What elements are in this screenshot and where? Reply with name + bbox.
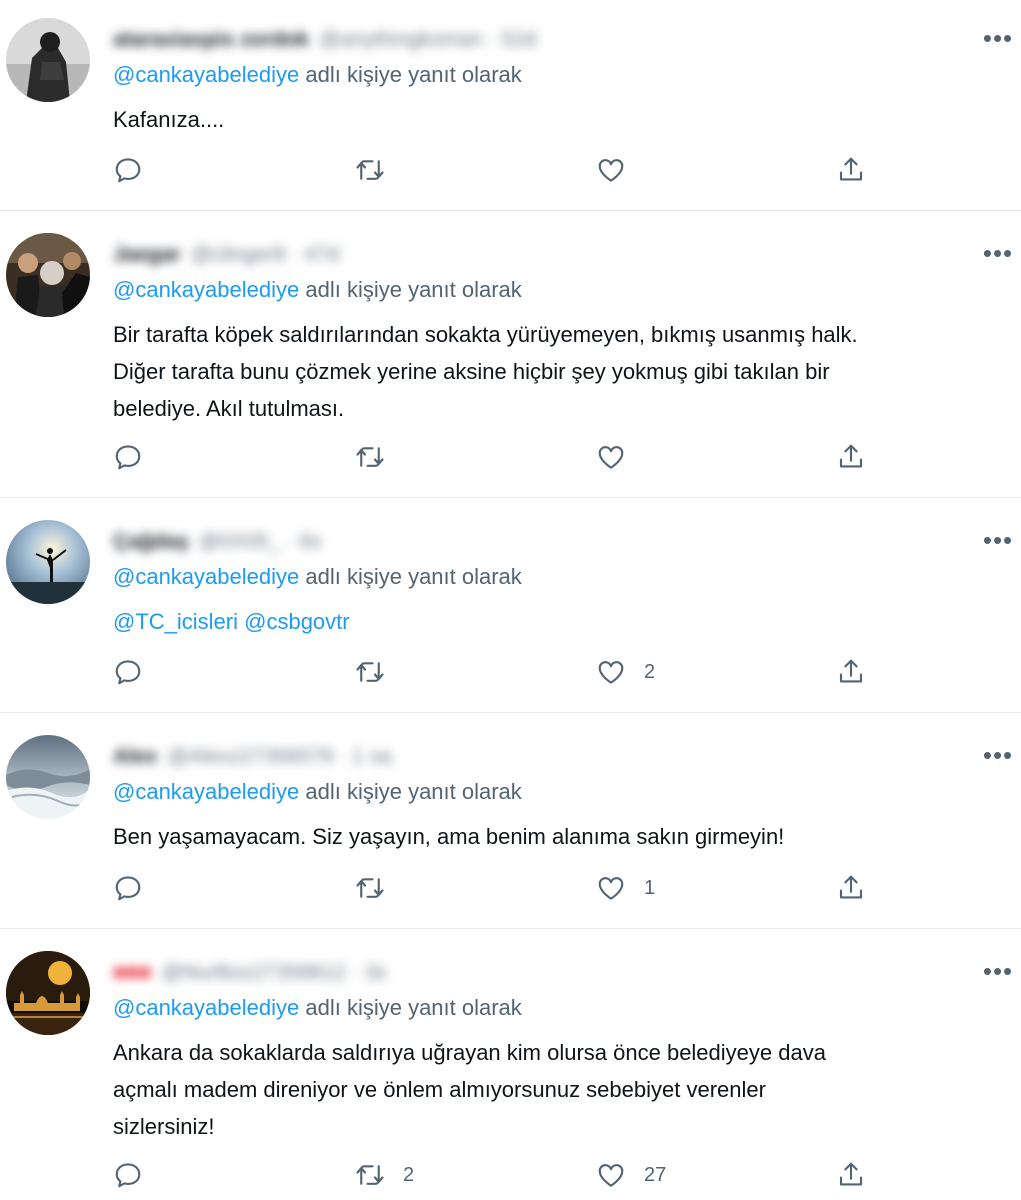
avatar[interactable] [6,735,90,819]
avatar[interactable] [6,520,90,604]
tweet-header: ■■■ @NurBoz27358812 · 3s [113,955,387,991]
more-icon[interactable]: ••• [980,526,1016,554]
author-name[interactable]: ataraxiaspis zordok [113,28,309,52]
divider [0,712,1021,713]
reply-mention[interactable]: @cankayabelediye [113,564,299,589]
tweet-actions: 2 [0,654,1021,690]
divider [0,928,1021,929]
tweet-text: Bir tarafta köpek saldırılarından sokakt… [113,322,858,421]
reply-mention[interactable]: @cankayabelediye [113,779,299,804]
like-button[interactable]: 2 [596,654,655,690]
like-icon [596,155,626,185]
retweet-icon [355,657,385,687]
tweet-actions: 1 [0,870,1021,906]
author-handle[interactable]: @Alexz27356578 · 1 sa [167,745,391,769]
reply-context: @cankayabelediye adlı kişiye yanıt olara… [113,277,522,303]
reply-icon [113,442,143,472]
reply-context: @cankayabelediye adlı kişiye yanıt olara… [113,62,522,88]
tweet-actions: 2 27 [0,1157,1021,1193]
reply-mention[interactable]: @cankayabelediye [113,277,299,302]
share-button[interactable] [836,654,866,690]
tweet-actions [0,439,1021,475]
share-icon [836,657,866,687]
tweet-text-mentions[interactable]: @TC_icisleri @csbgovtr [113,603,1018,640]
reply-icon [113,1160,143,1190]
tweet-header: Çağdaş @0X05_ · 6s [113,524,322,560]
like-icon [596,657,626,687]
share-button[interactable] [836,439,866,475]
reply-label: adlı kişiye yanıt olarak [305,995,522,1020]
retweet-icon [355,155,385,185]
share-button[interactable] [836,1157,866,1193]
divider [0,497,1021,498]
reply-icon [113,873,143,903]
like-icon [596,873,626,903]
retweet-count: 2 [403,1163,415,1186]
reply-context: @cankayabelediye adlı kişiye yanıt olara… [113,995,522,1021]
reply-mention[interactable]: @cankayabelediye [113,995,299,1020]
reply-label: adlı kişiye yanıt olarak [305,564,522,589]
retweet-icon [355,873,385,903]
tweet-text: Ankara da sokaklarda saldırıya uğrayan k… [113,1040,826,1139]
tweet-feed: ataraxiaspis zordok @anythingkoman · 52d… [0,0,1021,1200]
reply-context: @cankayabelediye adlı kişiye yanıt olara… [113,564,522,590]
author-name[interactable]: Jaegar [113,243,181,267]
like-button[interactable] [596,439,644,475]
retweet-button[interactable] [355,152,403,188]
retweet-button[interactable] [355,439,403,475]
author-name[interactable]: Alex [113,745,157,769]
reply-button[interactable] [113,654,161,690]
more-icon[interactable]: ••• [980,957,1016,985]
retweet-button[interactable]: 2 [355,1157,414,1193]
more-icon[interactable]: ••• [980,239,1016,267]
share-icon [836,873,866,903]
reply-button[interactable] [113,439,161,475]
reply-context: @cankayabelediye adlı kişiye yanıt olara… [113,779,522,805]
share-button[interactable] [836,870,866,906]
tweet-header: Alex @Alexz27356578 · 1 sa [113,739,392,775]
retweet-icon [355,442,385,472]
share-icon [836,442,866,472]
like-button[interactable] [596,152,644,188]
avatar[interactable] [6,18,90,102]
share-button[interactable] [836,152,866,188]
like-icon [596,1160,626,1190]
tweet-text: Ben yaşamayacam. Siz yaşayın, ama benim … [113,824,785,849]
like-count: 2 [644,660,656,683]
like-count: 27 [644,1163,667,1186]
author-handle[interactable]: @anythingkoman · 52d [319,28,536,52]
tweet-text: Kafanıza.... [113,107,225,132]
reply-icon [113,657,143,687]
share-icon [836,1160,866,1190]
reply-label: adlı kişiye yanıt olarak [305,277,522,302]
author-name[interactable]: ■■■ [113,961,151,985]
reply-button[interactable] [113,870,161,906]
like-count: 1 [644,876,656,899]
like-button[interactable]: 27 [596,1157,666,1193]
reply-button[interactable] [113,1157,161,1193]
author-handle[interactable]: @NurBoz27358812 · 3s [161,961,387,985]
retweet-icon [355,1160,385,1190]
divider [0,210,1021,211]
author-handle[interactable]: @0X05_ · 6s [199,530,322,554]
like-icon [596,442,626,472]
share-icon [836,155,866,185]
avatar[interactable] [6,951,90,1035]
retweet-button[interactable] [355,870,403,906]
author-name[interactable]: Çağdaş [113,530,189,554]
reply-button[interactable] [113,152,161,188]
reply-label: adlı kişiye yanıt olarak [305,779,522,804]
reply-icon [113,155,143,185]
more-icon[interactable]: ••• [980,741,1016,769]
reply-label: adlı kişiye yanıt olarak [305,62,522,87]
avatar[interactable] [6,233,90,317]
more-icon[interactable]: ••• [980,24,1016,52]
tweet-actions [0,152,1021,188]
retweet-button[interactable] [355,654,403,690]
author-handle[interactable]: @clinger8 · 47d [191,243,340,267]
tweet-header: ataraxiaspis zordok @anythingkoman · 52d [113,22,537,58]
like-button[interactable]: 1 [596,870,655,906]
tweet-header: Jaegar @clinger8 · 47d [113,237,339,273]
reply-mention[interactable]: @cankayabelediye [113,62,299,87]
